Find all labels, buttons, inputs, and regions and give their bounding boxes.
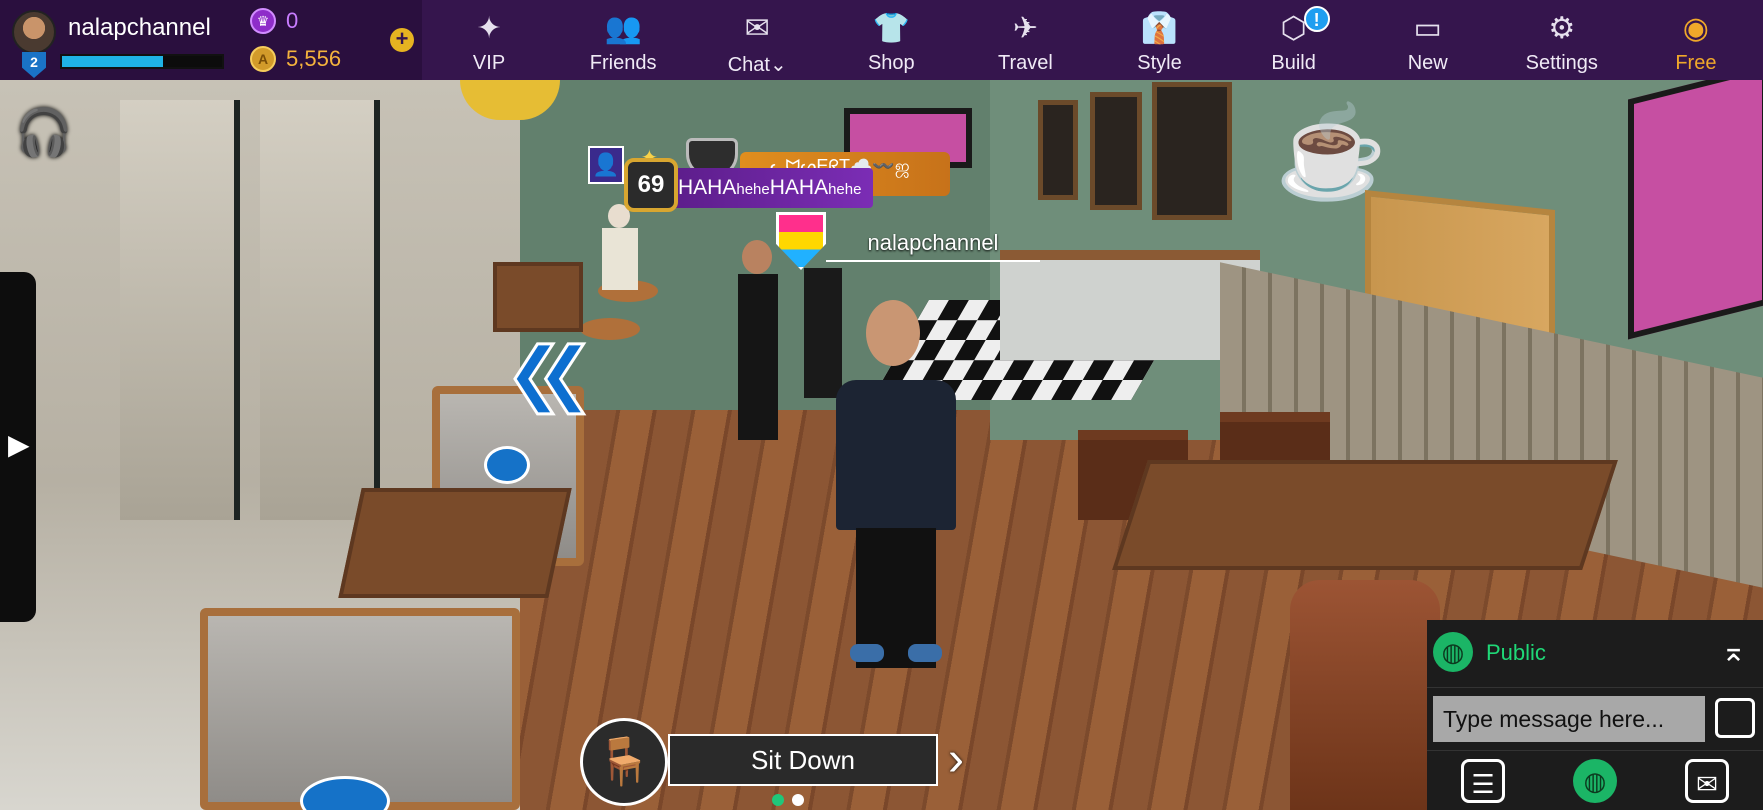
profile-panel[interactable]: 2 nalapchannel	[0, 0, 240, 80]
profile-frame-icon[interactable]: 👤	[588, 146, 624, 184]
player-level-badge: 69	[624, 158, 678, 212]
next-action-icon[interactable]: ›	[948, 732, 964, 787]
top-bar: 2 nalapchannel ♛ 0 A 5,556 + ✦ VIP 👥 Fri…	[0, 0, 1763, 80]
wall-screen-right	[1628, 64, 1763, 340]
chat-header[interactable]: ◍ Public ⌅	[1427, 620, 1763, 688]
nav-new[interactable]: ▭ New	[1361, 0, 1495, 80]
chat-message-input[interactable]	[1433, 696, 1705, 742]
self-nameplate[interactable]: nalapchannel	[826, 230, 1040, 262]
private-chat-icon[interactable]: ✉	[1685, 758, 1729, 803]
nav-shop[interactable]: 👕 Shop	[824, 0, 958, 80]
gems-count: 0	[286, 8, 299, 33]
menu-board-tea	[1152, 82, 1232, 220]
chat-footer: ☰ ◍ ✉	[1427, 750, 1763, 810]
main-nav: ✦ VIP 👥 Friends ✉ Chat⌄ 👕 Shop ✈ Travel …	[422, 0, 1763, 80]
nav-travel[interactable]: ✈ Travel	[958, 0, 1092, 80]
nav-chat[interactable]: ✉ Chat⌄	[690, 0, 824, 80]
nav-build[interactable]: ⬡ ! Build	[1227, 0, 1361, 80]
bar-stool	[580, 318, 640, 340]
friends-icon: 👥	[604, 12, 642, 45]
coins-stack-icon: ◉	[1682, 12, 1709, 45]
sit-down-button[interactable]: Sit Down	[668, 734, 938, 786]
chevron-right-icon[interactable]: ▶	[8, 428, 30, 461]
gem-crown-icon: ♛	[250, 8, 276, 34]
leather-sofa	[1290, 580, 1440, 810]
build-notification-badge: !	[1303, 6, 1330, 32]
cube-icon: ⬡	[1280, 12, 1307, 45]
vip-star-icon: ✦	[476, 12, 502, 45]
headphones-icon[interactable]: 🎧	[14, 102, 74, 162]
seat-marker-icon[interactable]	[484, 446, 530, 484]
nav-vip[interactable]: ✦ VIP	[422, 0, 556, 80]
xp-fill	[62, 56, 163, 67]
shirt-tag-icon: 👕	[872, 12, 910, 45]
player-status-text[interactable]: HAHAheheHAHAhehe	[668, 168, 874, 208]
coins-count: 5,556	[286, 46, 342, 71]
avatar-angel[interactable]	[596, 204, 646, 294]
chair-icon[interactable]: 🪑	[580, 718, 668, 806]
chat-panel: ◍ Public ⌅ ☰ ◍ ✉	[1427, 620, 1763, 810]
coffee-table	[1112, 460, 1618, 570]
page-dot-active	[772, 794, 784, 806]
chat-channel-label: Public	[1486, 640, 1546, 665]
new-layout-icon: ▭	[1413, 12, 1442, 45]
globe-icon: ◍	[1433, 632, 1473, 672]
collapse-icon[interactable]: ⌅	[1721, 634, 1746, 669]
airplane-icon: ✈	[1012, 12, 1038, 45]
add-currency-button[interactable]: +	[390, 28, 414, 52]
username: nalapchannel	[68, 14, 211, 41]
mail-icon: ✉	[744, 12, 770, 45]
menu-board-coffee	[1090, 92, 1142, 210]
chevron-down-icon: ⌄	[769, 54, 787, 76]
player-avatar[interactable]	[836, 300, 956, 680]
currency-panel[interactable]: ♛ 0 A 5,556 +	[240, 0, 422, 80]
coin-icon: A	[250, 46, 276, 72]
chat-list-icon[interactable]: ☰	[1461, 758, 1505, 803]
nav-free[interactable]: ◉ Free	[1629, 0, 1763, 80]
back-arrows-icon[interactable]: ❮❮	[503, 331, 595, 416]
nav-style[interactable]: 👔 Style	[1092, 0, 1226, 80]
cafe-table	[493, 262, 583, 332]
xp-bar	[60, 54, 224, 69]
outfit-icon: 👔	[1140, 12, 1179, 45]
coffee-cup-sign-icon: ☕	[1275, 103, 1388, 203]
public-globe-icon[interactable]: ◍	[1573, 758, 1617, 803]
level-shield: 2	[22, 52, 46, 78]
cafe-table	[338, 488, 572, 598]
nav-settings[interactable]: ⚙ Settings	[1495, 0, 1629, 80]
avatar[interactable]	[12, 10, 56, 54]
menu-board-espresso	[1038, 100, 1078, 200]
avatar-npc-woman[interactable]	[728, 240, 788, 440]
gear-icon: ⚙	[1548, 12, 1576, 45]
nav-friends[interactable]: 👥 Friends	[556, 0, 690, 80]
speech-bubble-icon[interactable]	[1715, 698, 1755, 738]
page-dot	[792, 794, 804, 806]
